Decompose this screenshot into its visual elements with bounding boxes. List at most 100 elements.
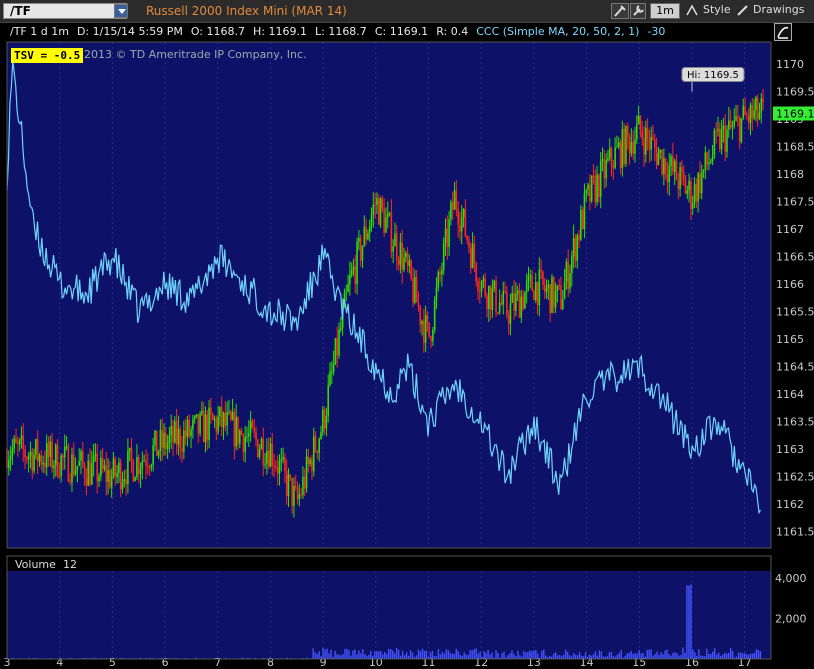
candle-body [372, 204, 375, 215]
candle-body [632, 141, 634, 155]
candle-body [231, 411, 234, 420]
candle-body [661, 149, 663, 174]
candle-body [154, 430, 156, 446]
y-tick-label: 1166.5 [776, 251, 814, 264]
volume-bar [580, 655, 583, 659]
candle-body [737, 116, 739, 118]
candle-body [255, 431, 257, 440]
candle-body [603, 159, 606, 179]
volume-bar [721, 654, 724, 659]
candle-body [605, 160, 607, 179]
candle-body [293, 485, 295, 506]
volume-bar [757, 650, 760, 659]
volume-bar [759, 651, 762, 659]
volume-bar [344, 648, 346, 659]
candle-body [359, 237, 362, 261]
candle-body [648, 139, 651, 150]
candle-body [183, 430, 185, 452]
volume-bar [618, 652, 621, 659]
candle-body [460, 217, 463, 232]
candle-body [551, 276, 553, 313]
candle-body [664, 158, 667, 175]
candle-body [464, 208, 467, 237]
volume-bar [714, 648, 716, 659]
candle-body [497, 312, 499, 314]
tsv-label: TSV = -0.5 [11, 48, 84, 63]
candle-body [323, 409, 326, 429]
candle-body [439, 272, 441, 275]
candle-body [123, 479, 126, 482]
candle-body [534, 282, 537, 301]
candle-body [170, 426, 173, 436]
candle-body [116, 472, 118, 477]
x-tick-label: 6 [162, 656, 169, 669]
candle-body [495, 280, 497, 313]
volume-bar [751, 653, 754, 659]
volume-bar [334, 650, 336, 659]
candle-body [238, 430, 241, 444]
candle-body [91, 462, 93, 485]
candle-body [478, 290, 481, 292]
candle-body [33, 454, 35, 472]
candle-body [724, 125, 727, 152]
candle-body [576, 235, 579, 261]
candle-body [71, 454, 73, 483]
volume-bar [708, 653, 710, 659]
candle-body [444, 228, 447, 244]
candle-body [630, 141, 633, 154]
volume-bar [364, 654, 366, 659]
volume-bar [415, 655, 418, 659]
candle-body [699, 173, 701, 194]
candle-body [549, 284, 551, 313]
candle-body [139, 468, 142, 475]
candle-body [51, 441, 53, 469]
candle-body [127, 450, 129, 485]
volume-bar [554, 652, 557, 659]
volume-bar [451, 653, 454, 659]
volume-bar [463, 652, 465, 659]
candle-body [587, 184, 589, 190]
volume-bar [485, 652, 487, 659]
last-price-text: 1169.1 [776, 108, 814, 121]
candle-body [233, 411, 236, 447]
candle-body [258, 448, 261, 457]
volume-bar [324, 649, 326, 659]
chart-settings-icon[interactable] [774, 23, 792, 41]
candle-body [248, 433, 250, 437]
volume-bar [688, 585, 690, 659]
candle-body [621, 128, 624, 169]
volume-bar [747, 654, 750, 659]
candle-body [35, 439, 37, 455]
candle-body [506, 292, 508, 316]
y-axis-area [771, 42, 814, 659]
volume-bar [668, 654, 670, 659]
candle-body [543, 285, 546, 292]
candle-body [174, 421, 176, 443]
candle-body [119, 462, 122, 490]
candle-body [199, 413, 201, 434]
candle-body [459, 224, 461, 232]
candle-body [381, 198, 384, 209]
candle-body [433, 299, 436, 331]
candle-body [374, 204, 376, 206]
candle-body [96, 453, 99, 482]
candle-body [672, 156, 674, 172]
candle-body [673, 160, 676, 172]
candle-body [152, 445, 154, 465]
y-tick-label: 1165 [776, 333, 804, 346]
candle-body [515, 293, 517, 311]
price-chart[interactable]: 1161.5 1162 1162.5 1163 1163.5 1164 1164.5 1165… [0, 0, 814, 669]
y-tick-label: 1163 [776, 443, 804, 456]
candle-body [141, 460, 144, 469]
candle-body [121, 481, 124, 490]
candle-body [414, 277, 416, 303]
candle-body [282, 457, 284, 460]
candle-body [40, 455, 43, 465]
volume-bar [465, 654, 467, 659]
candle-body [289, 474, 292, 478]
candle-body [58, 475, 61, 477]
candle-body [693, 183, 696, 204]
volume-bar [558, 655, 561, 659]
volume-bar [626, 653, 628, 659]
volume-bar [453, 653, 456, 659]
